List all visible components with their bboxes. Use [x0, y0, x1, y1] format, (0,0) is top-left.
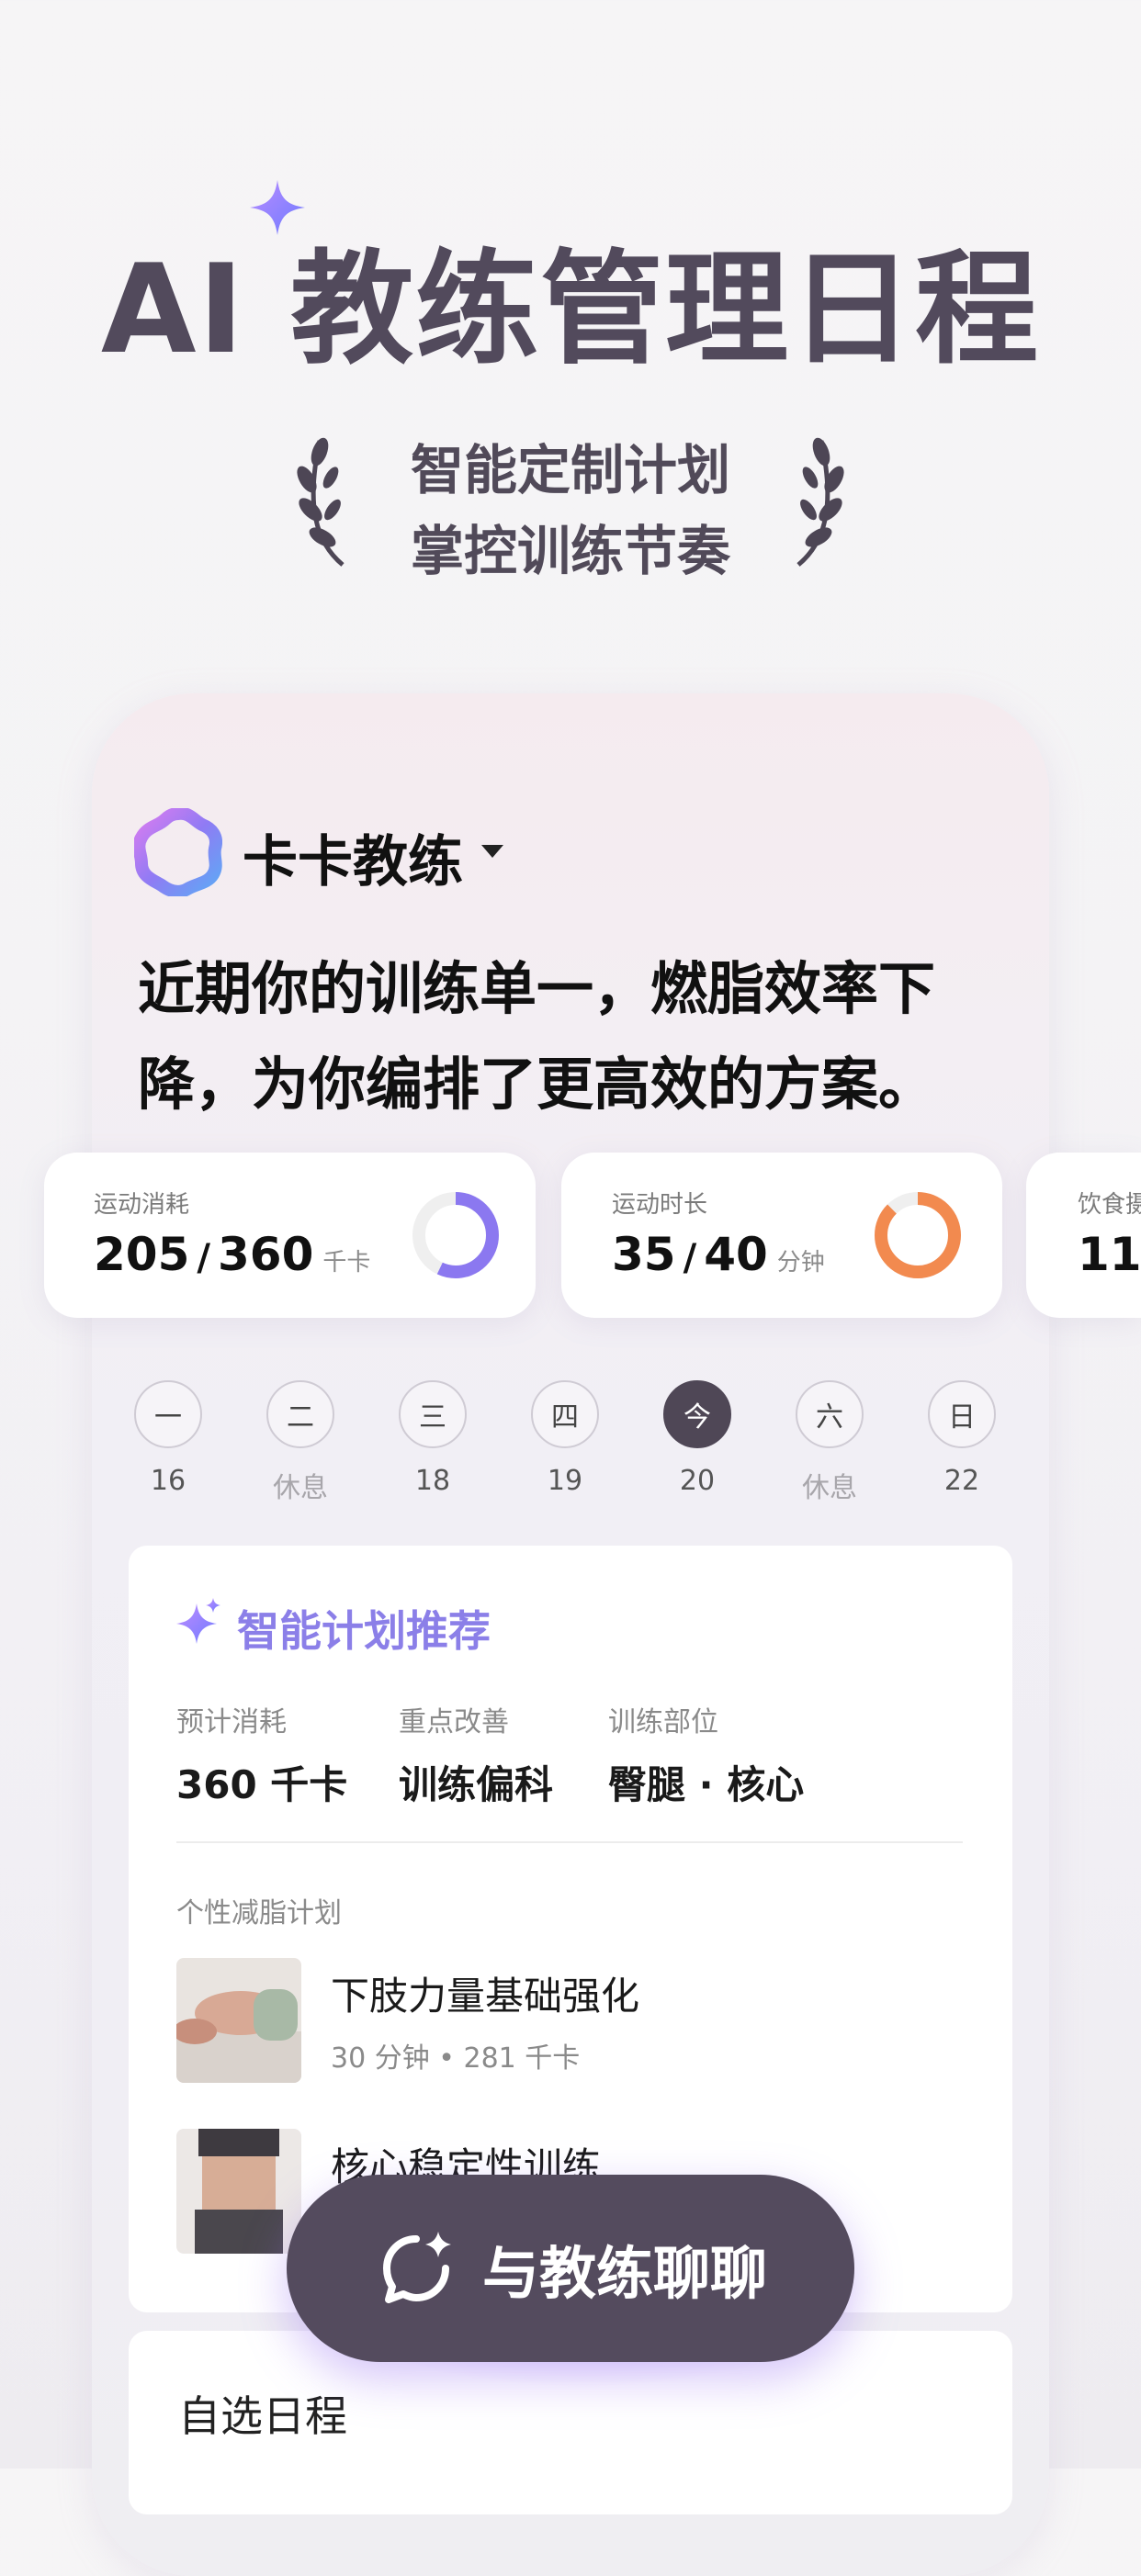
chat-sparkle-icon	[382, 2232, 451, 2303]
stat-value: 臀腿 · 核心	[608, 1762, 805, 1807]
metric-card-duration[interactable]: 运动时长 35/40 分钟	[561, 1153, 1002, 1318]
metric-current: 205	[94, 1228, 190, 1281]
plan-title: 智能计划推荐	[237, 1606, 491, 1656]
coach-message: 近期你的训练单一，燃脂效率下 降，为你编排了更高效的方案。	[138, 941, 983, 1132]
stat-value: 360 千卡	[176, 1762, 348, 1807]
day-label: 22	[943, 1465, 980, 1497]
exercise-title: 下肢力量基础强化	[331, 1974, 640, 2019]
metric-value: 35/40 分钟	[612, 1228, 825, 1281]
metric-label: 运动消耗	[94, 1191, 190, 1219]
day-label: 休息	[802, 1472, 857, 1504]
metric-current: 35	[612, 1228, 676, 1281]
day-circle[interactable]: 三	[399, 1380, 467, 1448]
day-label: 19	[547, 1465, 583, 1497]
divider	[176, 1841, 963, 1843]
metric-current: 110	[1078, 1228, 1141, 1281]
stat-label: 预计消耗	[176, 1706, 287, 1738]
metric-unit: 千卡	[322, 1249, 371, 1277]
metric-target: 360	[217, 1228, 314, 1281]
section-label: 个性减脂计划	[176, 1897, 342, 1929]
coach-logo-icon[interactable]	[134, 808, 222, 896]
coach-message-line2: 降，为你编排了更高效的方案。	[138, 1051, 936, 1118]
day-circle[interactable]: 四	[531, 1380, 599, 1448]
hero-subtitle-line1: 智能定制计划	[410, 439, 730, 501]
day-circle[interactable]: 日	[928, 1380, 996, 1448]
day-label: 16	[150, 1465, 186, 1497]
exercise-thumbnail	[176, 2129, 301, 2254]
day-label: 18	[414, 1465, 451, 1497]
hero-subtitle-line2: 掌控训练节奏	[410, 520, 730, 582]
progress-ring	[412, 1192, 499, 1278]
exercise-item[interactable]: 下肢力量基础强化 30 分钟 • 281 千卡	[176, 1958, 966, 2087]
stat-label: 训练部位	[608, 1706, 718, 1738]
metric-label: 运动时长	[612, 1191, 708, 1219]
stat-value: 训练偏科	[399, 1762, 554, 1807]
day-item[interactable]: 六 休息	[779, 1380, 880, 1505]
day-item[interactable]: 一 16	[118, 1380, 219, 1497]
day-circle-today[interactable]: 今	[663, 1380, 731, 1448]
day-item-today[interactable]: 今 20	[647, 1380, 748, 1497]
day-item[interactable]: 日 22	[911, 1380, 1012, 1497]
hero-title: AI 教练管理日程	[100, 238, 1041, 381]
coach-name[interactable]: 卡卡教练	[243, 817, 463, 897]
day-item[interactable]: 三 18	[382, 1380, 483, 1497]
week-strip: 一 16 二 休息 三 18 四 19 今 20 六 休息 日 22	[118, 1380, 1036, 1509]
coach-message-line1: 近期你的训练单一，燃脂效率下	[138, 955, 936, 1022]
day-circle[interactable]: 二	[266, 1380, 334, 1448]
day-label: 休息	[273, 1472, 328, 1504]
day-circle[interactable]: 六	[796, 1380, 864, 1448]
metric-value: 110	[1078, 1228, 1141, 1281]
progress-ring	[875, 1192, 961, 1278]
stat-label: 重点改善	[399, 1706, 509, 1738]
day-circle[interactable]: 一	[134, 1380, 202, 1448]
metric-label: 饮食摄	[1078, 1191, 1141, 1219]
chat-with-coach-button[interactable]: 与教练聊聊	[287, 2175, 854, 2362]
chat-button-label: 与教练聊聊	[481, 2240, 767, 2307]
day-label: 20	[679, 1465, 716, 1497]
metric-card-calories[interactable]: 运动消耗 205/360 千卡	[44, 1153, 536, 1318]
exercise-thumbnail	[176, 1958, 301, 2083]
metric-card-diet[interactable]: 饮食摄 110	[1026, 1153, 1141, 1318]
custom-schedule-title: 自选日程	[178, 2391, 347, 2441]
exercise-meta: 30 分钟 • 281 千卡	[331, 2042, 581, 2075]
sparkle-icon	[176, 1598, 220, 1644]
progress-ring-fill	[875, 1192, 961, 1278]
chevron-down-icon[interactable]	[480, 843, 505, 860]
metric-unit: 分钟	[776, 1249, 825, 1277]
metric-target: 40	[704, 1228, 768, 1281]
day-item[interactable]: 二 休息	[250, 1380, 351, 1505]
day-item[interactable]: 四 19	[514, 1380, 616, 1497]
metric-value: 205/360 千卡	[94, 1228, 371, 1281]
